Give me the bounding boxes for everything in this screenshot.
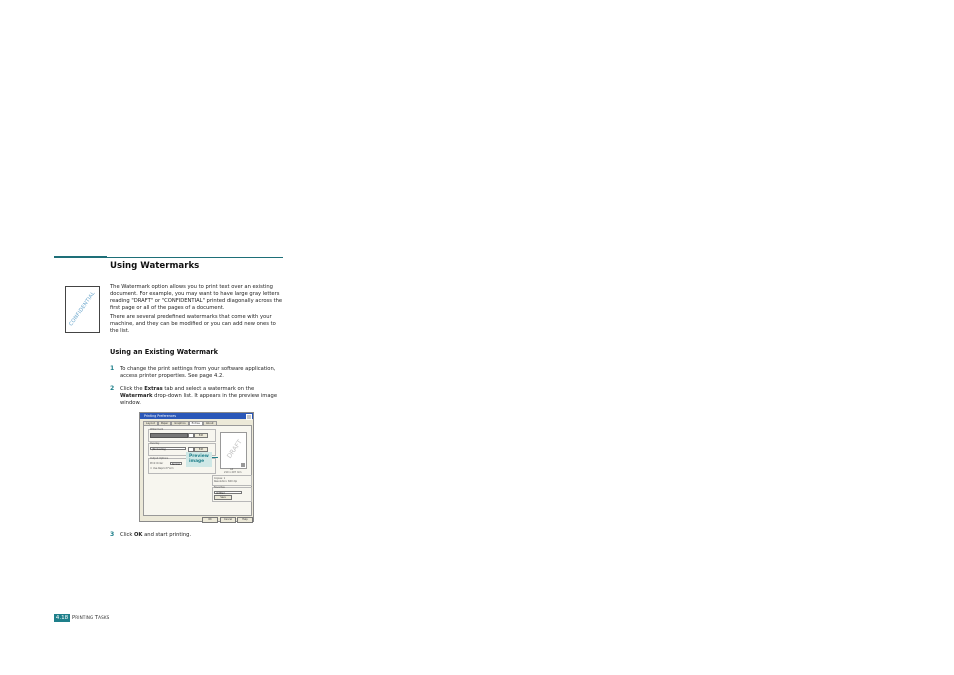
output-options-label: Output Options xyxy=(150,457,169,460)
resolution-label: Resolution: 600 dpi xyxy=(214,480,238,483)
print-order-label: Print Order xyxy=(150,462,164,465)
reprint-checkbox: ☐ Use Reprint Form xyxy=(150,467,174,470)
intro-paragraph-2: There are several predefined watermarks … xyxy=(110,314,276,335)
watermark-group-label: Watermark xyxy=(150,428,164,431)
step-text: Click the Extras tab and select a waterm… xyxy=(120,386,278,407)
confidential-page-icon: CONFIDENTIAL xyxy=(65,286,100,333)
favorites-label: Favorites xyxy=(214,486,225,489)
page-number: 4.18 xyxy=(54,614,70,622)
favorites-dropdown: Untitled xyxy=(214,491,242,495)
help-button: Help xyxy=(237,517,253,523)
preview-image-callout: Preview image xyxy=(186,452,212,467)
close-icon xyxy=(246,414,252,420)
step-text: To change the print settings from your s… xyxy=(120,366,276,380)
print-order-dropdown: Normal xyxy=(170,462,182,466)
edit-watermark-button: Edit xyxy=(194,433,208,438)
footer-chapter-title: PRINTING TASKS xyxy=(72,615,110,621)
overlay-group-label: Overlay xyxy=(150,442,160,445)
intro-paragraph-1: The Watermark option allows you to print… xyxy=(110,284,283,312)
save-favorite-button: Save xyxy=(214,495,232,500)
preview-thumbnail-icon xyxy=(241,463,245,467)
overlay-dropdown: (No Overlay) xyxy=(150,447,186,451)
icon-watermark-text: CONFIDENTIAL xyxy=(68,290,97,328)
dialog-title: Printing Preferences xyxy=(140,413,253,419)
preview-watermark-text: DRAFT xyxy=(225,438,244,460)
paper-size-mm: 210 x 297 mm xyxy=(224,471,242,474)
cancel-button: Cancel xyxy=(220,517,236,523)
extras-panel: Watermark Edit Overlay (No Overlay) Edit… xyxy=(143,425,252,516)
step-number: 2 xyxy=(110,385,115,392)
watermark-dropdown xyxy=(150,433,188,438)
section-rule-light xyxy=(107,257,283,258)
step-number: 3 xyxy=(110,531,115,538)
ok-button: OK xyxy=(202,517,218,523)
section-title: Using Watermarks xyxy=(110,261,200,271)
section-rule-dark xyxy=(54,256,107,258)
subsection-title: Using an Existing Watermark xyxy=(110,348,219,356)
callout-pointer xyxy=(212,457,218,458)
preview-image-window: DRAFT xyxy=(220,432,247,469)
callout-line-2: image xyxy=(189,459,205,465)
printing-preferences-screenshot: Printing Preferences Layout Paper Graphi… xyxy=(139,412,254,523)
step-number: 1 xyxy=(110,365,115,372)
step-text: Click OK and start printing. xyxy=(120,532,192,538)
